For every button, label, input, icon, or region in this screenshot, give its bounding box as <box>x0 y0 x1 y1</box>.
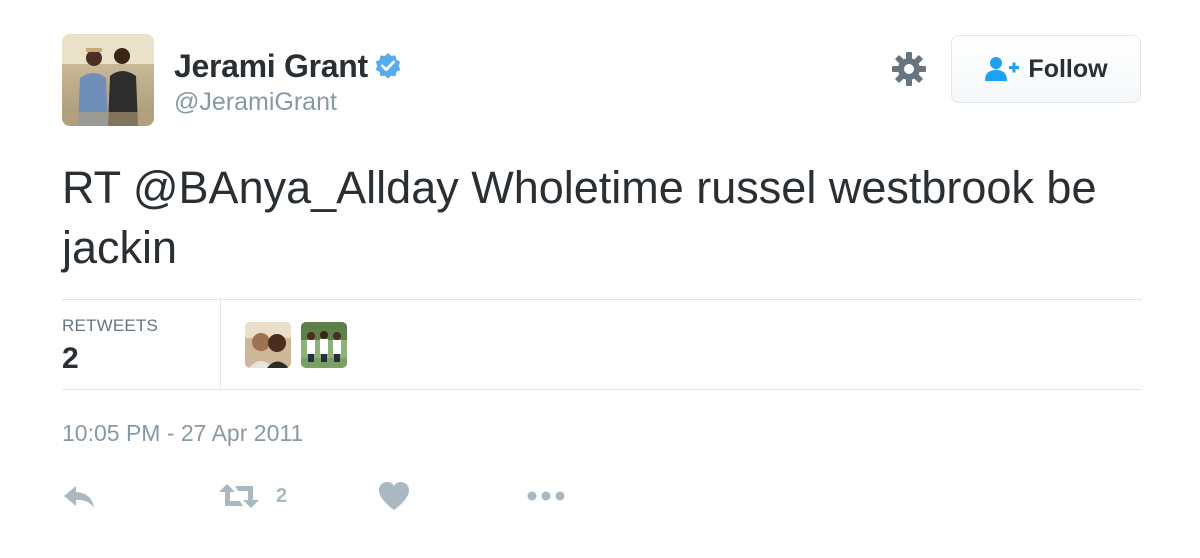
more-dots-icon <box>526 490 566 502</box>
heart-icon <box>378 481 410 511</box>
more-button[interactable] <box>526 478 566 514</box>
like-button[interactable] <box>378 478 410 514</box>
stats-divider-top <box>62 299 1142 300</box>
stats-divider-bottom <box>62 389 1142 390</box>
retweet-button[interactable]: 2 <box>218 478 287 514</box>
stats-divider-vertical <box>220 300 221 389</box>
tweet-card: Jerami Grant @JeramiGrant Follow RT @BAn… <box>0 0 1200 558</box>
retweeter-avatar[interactable] <box>245 322 291 368</box>
follow-button[interactable]: Follow <box>951 35 1141 103</box>
reply-icon <box>62 482 96 510</box>
fullname-row: Jerami Grant <box>174 46 402 86</box>
avatar-image <box>62 34 154 126</box>
full-name[interactable]: Jerami Grant <box>174 48 368 85</box>
tweet-mention[interactable]: RT @BAnya_Allday <box>62 162 459 213</box>
retweet-count: 2 <box>276 484 288 507</box>
timestamp[interactable]: 10:05 PM - 27 Apr 2011 <box>62 420 303 447</box>
retweets-count[interactable]: 2 <box>62 342 79 376</box>
avatar[interactable] <box>62 34 154 126</box>
reply-button[interactable] <box>62 478 96 514</box>
user-block: Jerami Grant @JeramiGrant <box>174 46 402 117</box>
follow-person-plus-icon <box>984 55 1020 83</box>
tweet-text: RT @BAnya_Allday Wholetime russel westbr… <box>62 158 1152 278</box>
verified-badge-icon <box>374 52 402 80</box>
follow-label: Follow <box>1028 54 1108 83</box>
gear-icon[interactable] <box>890 50 928 88</box>
retweets-label[interactable]: RETWEETS <box>62 316 158 336</box>
retweeter-avatar[interactable] <box>301 322 347 368</box>
retweet-icon <box>218 482 260 510</box>
screen-name[interactable]: @JeramiGrant <box>174 88 402 117</box>
